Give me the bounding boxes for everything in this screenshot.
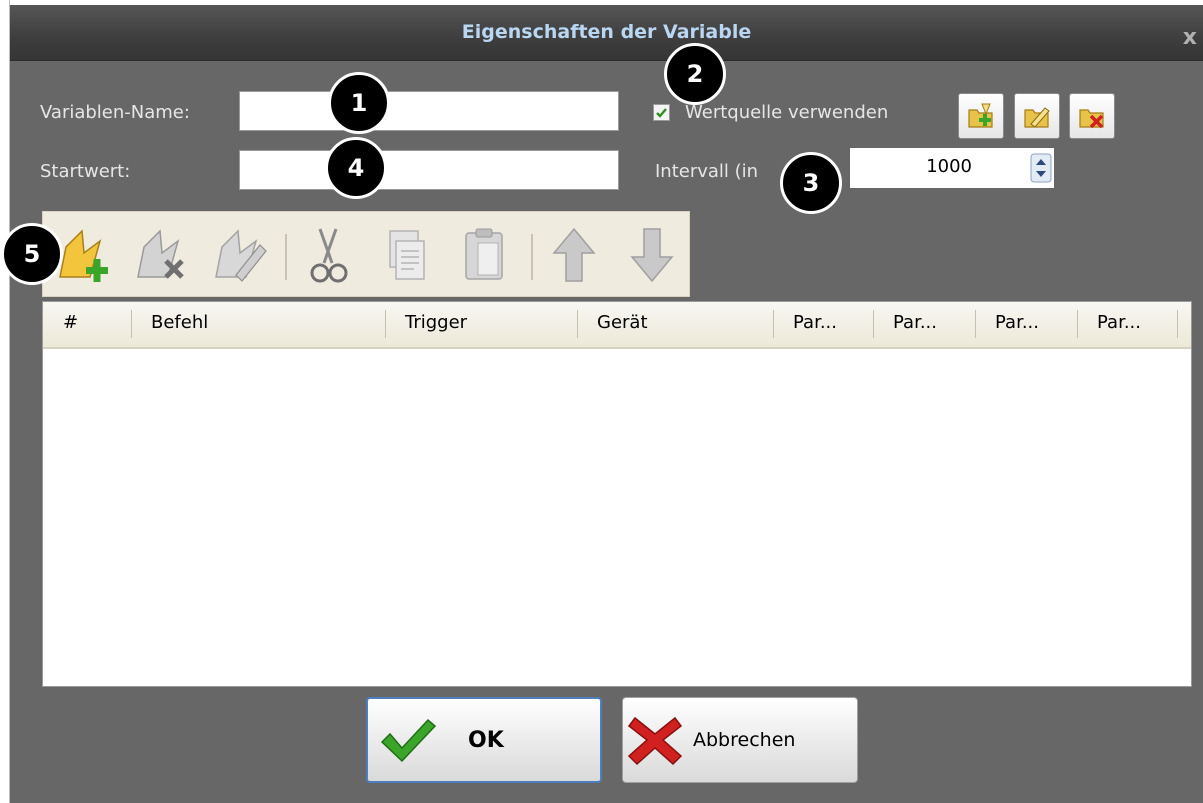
folder-add-icon xyxy=(968,103,993,128)
callout-badge-2: 2 xyxy=(664,43,726,105)
column-separator xyxy=(773,310,774,338)
move-down-icon xyxy=(630,228,674,283)
column-header-param-3[interactable]: Par... xyxy=(995,312,1039,333)
copy-icon xyxy=(389,230,425,280)
delete-value-source-button[interactable] xyxy=(1069,93,1115,139)
column-separator xyxy=(1177,310,1178,338)
column-separator xyxy=(577,310,578,338)
command-toolbar xyxy=(42,211,690,297)
use-value-source-checkbox[interactable] xyxy=(653,104,670,121)
cut-icon xyxy=(310,228,348,283)
spinner-arrows-icon xyxy=(1030,153,1052,183)
use-value-source-label: Wertquelle verwenden xyxy=(685,102,889,123)
interval-input[interactable]: 1000 xyxy=(850,148,1028,188)
callout-badge-3: 3 xyxy=(780,152,842,214)
column-header-number[interactable]: # xyxy=(63,312,78,333)
table-header: # Befehl Trigger Gerät Par... Par... Par… xyxy=(43,302,1191,349)
edit-value-source-button[interactable] xyxy=(1014,93,1060,139)
command-table[interactable]: # Befehl Trigger Gerät Par... Par... Par… xyxy=(42,301,1192,687)
variable-properties-dialog: Eigenschaften der Variable x Variablen-N… xyxy=(10,5,1203,803)
callout-badge-5: 5 xyxy=(1,223,63,285)
edit-command-icon xyxy=(215,229,267,282)
variable-name-label: Variablen-Name: xyxy=(40,102,190,123)
callout-badge-4: 4 xyxy=(325,137,387,199)
column-separator xyxy=(385,310,386,338)
dialog-title: Eigenschaften der Variable xyxy=(461,21,752,43)
column-header-device[interactable]: Gerät xyxy=(597,312,648,333)
checkmark-icon xyxy=(656,108,667,118)
toolbar-separator xyxy=(285,234,287,280)
cancel-x-icon xyxy=(627,716,683,766)
column-separator xyxy=(131,310,132,338)
start-value-input[interactable] xyxy=(239,150,619,190)
cancel-button[interactable]: Abbrechen xyxy=(622,697,858,783)
paste-button[interactable] xyxy=(447,218,521,292)
ok-button[interactable]: OK xyxy=(366,697,602,783)
move-down-button[interactable] xyxy=(615,218,689,292)
column-separator xyxy=(873,310,874,338)
interval-spinner[interactable] xyxy=(1028,148,1054,188)
cut-button[interactable] xyxy=(291,218,365,292)
title-bar[interactable]: Eigenschaften der Variable x xyxy=(10,5,1203,61)
paste-icon xyxy=(465,228,503,280)
interval-label: Intervall (in xyxy=(655,161,759,182)
move-up-icon xyxy=(552,227,596,282)
delete-command-icon xyxy=(137,229,184,279)
toolbar-separator xyxy=(531,234,533,280)
column-header-trigger[interactable]: Trigger xyxy=(405,312,467,333)
column-header-command[interactable]: Befehl xyxy=(151,312,208,333)
column-separator xyxy=(975,310,976,338)
move-up-button[interactable] xyxy=(537,218,611,292)
column-header-param-4[interactable]: Par... xyxy=(1097,312,1141,333)
copy-button[interactable] xyxy=(369,218,443,292)
variable-name-input[interactable] xyxy=(239,91,619,131)
delete-command-button[interactable] xyxy=(123,218,197,292)
window-left-edge xyxy=(0,0,10,803)
column-header-param-2[interactable]: Par... xyxy=(893,312,937,333)
checkmark-icon xyxy=(380,718,437,763)
column-header-param-1[interactable]: Par... xyxy=(793,312,837,333)
ok-button-label: OK xyxy=(468,727,504,753)
edit-command-button[interactable] xyxy=(201,218,275,292)
add-value-source-button[interactable] xyxy=(958,93,1004,139)
callout-badge-1: 1 xyxy=(328,72,390,134)
folder-delete-icon xyxy=(1079,109,1104,129)
column-separator xyxy=(1077,310,1078,338)
start-value-label: Startwert: xyxy=(40,161,131,182)
folder-edit-icon xyxy=(1024,107,1050,128)
close-button[interactable]: x xyxy=(1183,25,1197,50)
cancel-button-label: Abbrechen xyxy=(693,729,796,751)
